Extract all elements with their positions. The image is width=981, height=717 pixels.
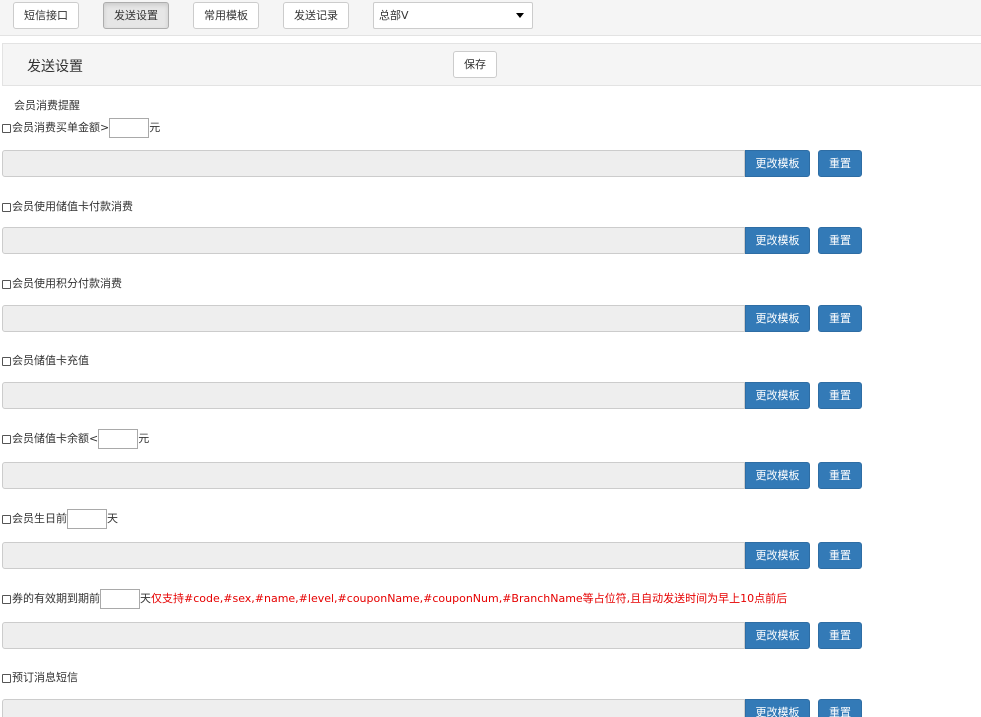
reset-button[interactable]: 重置 <box>818 699 862 717</box>
setting-checkbox[interactable] <box>2 202 11 212</box>
setting-label-birthday: 会员生日前 天 <box>2 509 118 529</box>
reset-button[interactable]: 重置 <box>818 542 862 569</box>
setting-text: 会员使用储值卡付款消费 <box>12 200 133 213</box>
tab-sms-interface[interactable]: 短信接口 <box>13 2 79 29</box>
setting-text: 会员使用积分付款消费 <box>12 277 122 290</box>
setting-text: 预订消息短信 <box>12 671 78 684</box>
setting-checkbox[interactable] <box>2 279 11 289</box>
tab-send-records[interactable]: 发送记录 <box>283 2 349 29</box>
template-field[interactable] <box>2 542 745 569</box>
change-template-button[interactable]: 更改模板 <box>745 699 810 717</box>
branch-select-value: 总部V <box>379 9 409 22</box>
birthday-days-input[interactable] <box>67 509 107 529</box>
panel-header: 发送设置 保存 <box>2 43 981 86</box>
template-field[interactable] <box>2 699 745 717</box>
top-toolbar: 短信接口 发送设置 常用模板 发送记录 总部V <box>0 0 981 36</box>
save-button[interactable]: 保存 <box>453 51 497 78</box>
setting-checkbox[interactable] <box>2 514 11 524</box>
setting-text: 券的有效期到期前 <box>12 592 100 605</box>
change-template-button[interactable]: 更改模板 <box>745 305 810 332</box>
change-template-button[interactable]: 更改模板 <box>745 150 810 177</box>
template-field[interactable] <box>2 305 745 332</box>
setting-checkbox[interactable] <box>2 434 11 444</box>
change-template-button[interactable]: 更改模板 <box>745 382 810 409</box>
template-field[interactable] <box>2 150 745 177</box>
amount-input[interactable] <box>109 118 150 138</box>
setting-suffix: 元 <box>149 121 161 134</box>
reset-button[interactable]: 重置 <box>818 227 862 254</box>
tab-send-settings[interactable]: 发送设置 <box>103 2 169 29</box>
setting-suffix: 天 <box>107 512 118 525</box>
caret-down-icon <box>516 13 524 18</box>
change-template-button[interactable]: 更改模板 <box>745 227 810 254</box>
setting-suffix: 天 <box>140 592 151 605</box>
setting-label-card-recharge: 会员储值卡充值 <box>2 351 89 371</box>
change-template-button[interactable]: 更改模板 <box>745 622 810 649</box>
setting-text: 会员生日前 <box>12 512 67 525</box>
section-title: 会员消费提醒 <box>14 99 80 112</box>
setting-label-reservation: 预订消息短信 <box>2 668 78 688</box>
setting-checkbox[interactable] <box>2 673 11 683</box>
tab-common-templates[interactable]: 常用模板 <box>193 2 259 29</box>
placeholder-hint: 仅支持#code,#sex,#name,#level,#couponName,#… <box>151 592 788 605</box>
page-title: 发送设置 <box>27 59 83 75</box>
setting-label-coupon-expiry: 券的有效期到期前 天 仅支持#code,#sex,#name,#level,#c… <box>2 589 787 609</box>
setting-label-points-payment: 会员使用积分付款消费 <box>2 274 122 294</box>
template-field[interactable] <box>2 462 745 489</box>
setting-suffix: 元 <box>138 432 150 445</box>
setting-text: 会员消费买单金额> <box>12 121 110 134</box>
reset-button[interactable]: 重置 <box>818 622 862 649</box>
setting-label-card-balance: 会员储值卡余额< 元 <box>2 429 149 449</box>
setting-text: 会员储值卡余额< <box>12 432 99 445</box>
reset-button[interactable]: 重置 <box>818 150 862 177</box>
setting-checkbox[interactable] <box>2 594 11 604</box>
reset-button[interactable]: 重置 <box>818 305 862 332</box>
template-field[interactable] <box>2 622 745 649</box>
setting-label-purchase-amount: 会员消费买单金额> 元 <box>2 118 160 138</box>
template-field[interactable] <box>2 227 745 254</box>
coupon-days-input[interactable] <box>100 589 140 609</box>
setting-checkbox[interactable] <box>2 356 11 366</box>
branch-select[interactable]: 总部V <box>373 2 533 29</box>
template-field[interactable] <box>2 382 745 409</box>
setting-text: 会员储值卡充值 <box>12 354 89 367</box>
reset-button[interactable]: 重置 <box>818 382 862 409</box>
balance-input[interactable] <box>98 429 139 449</box>
change-template-button[interactable]: 更改模板 <box>745 542 810 569</box>
setting-checkbox[interactable] <box>2 123 11 133</box>
change-template-button[interactable]: 更改模板 <box>745 462 810 489</box>
reset-button[interactable]: 重置 <box>818 462 862 489</box>
setting-label-stored-card-payment: 会员使用储值卡付款消费 <box>2 197 133 217</box>
